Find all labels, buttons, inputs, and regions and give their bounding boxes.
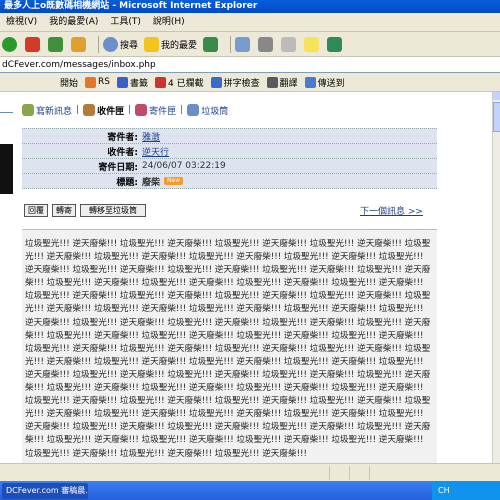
tab-separator: | <box>76 105 80 115</box>
stop-button[interactable] <box>25 36 42 52</box>
link-blocked[interactable]: 4 已攔截 <box>155 76 204 89</box>
menu-bar: 檢視(V) 我的最愛(A) 工具(T) 說明(H) <box>0 13 500 32</box>
subject-value: 廢柴 New <box>142 175 184 188</box>
tab-separator: | <box>128 105 132 115</box>
recipient-row: 收件者: 逆天行 <box>22 144 437 159</box>
left-banner <box>0 144 13 194</box>
sender-row: 寄件者: 雅澂 <box>22 129 437 144</box>
link-bookmarks[interactable]: 書籤 <box>116 76 148 89</box>
mail-icon <box>235 36 251 52</box>
page-content: 寫新訊息 | 收件匣 | 寄件匣 | 垃圾筒 寄件者: 雅澂 收件者: 逆天行 … <box>14 92 492 463</box>
toolbar: 搜尋 我的最愛 <box>0 32 500 57</box>
forward-button[interactable] <box>2 36 19 52</box>
star-icon <box>144 36 160 52</box>
home-icon <box>71 36 86 52</box>
forward-message-button[interactable]: 轉寄 <box>52 203 76 217</box>
popup-blocker-icon <box>155 76 166 88</box>
search-button[interactable]: 搜尋 <box>103 36 139 52</box>
tab-inbox[interactable]: 收件匣 <box>83 104 124 117</box>
link-translate[interactable]: 翻譯 <box>266 76 298 89</box>
scroll-up-icon[interactable] <box>493 92 500 100</box>
spellcheck-icon <box>210 76 222 88</box>
edit-icon <box>281 36 297 52</box>
menu-favorites[interactable]: 我的最愛(A) <box>43 13 104 32</box>
language-indicator[interactable]: CH <box>438 486 450 495</box>
mail-button[interactable] <box>235 36 252 52</box>
menu-help[interactable]: 說明(H) <box>147 13 191 32</box>
search-icon <box>103 36 118 52</box>
translate-icon <box>266 76 278 88</box>
trash-icon <box>187 104 200 116</box>
menu-tools[interactable]: 工具(T) <box>104 13 147 32</box>
send-icon <box>304 76 316 88</box>
home-button[interactable] <box>71 36 88 52</box>
tab-compose[interactable]: 寫新訊息 <box>22 104 72 117</box>
favorites-button[interactable]: 我的最愛 <box>144 36 198 52</box>
toolbar-divider <box>230 35 232 53</box>
messenger-button[interactable] <box>327 36 344 52</box>
date-value: 24/06/07 03:22:19 <box>142 161 226 171</box>
window-title: 最多人上o既數碼相機網站 - Microsoft Internet Explor… <box>0 0 500 13</box>
date-label: 寄件日期: <box>98 162 138 173</box>
status-cell <box>350 465 370 480</box>
print-button[interactable] <box>258 36 275 52</box>
sender-label: 寄件者: <box>107 132 138 143</box>
mailbox-tabs: 寫新訊息 | 收件匣 | 寄件匣 | 垃圾筒 <box>22 102 437 118</box>
vertical-scrollbar[interactable] <box>492 92 500 463</box>
refresh-icon <box>48 36 63 52</box>
left-divider <box>0 112 13 113</box>
history-icon <box>203 36 219 52</box>
move-to-trash-button[interactable]: 轉移至垃圾筒 <box>80 203 146 217</box>
message-body-text: 垃圾聖光!!! 逆天廢柴!!! 垃圾聖光!!! 逆天廢柴!!! 垃圾聖光!!! … <box>25 239 431 459</box>
subject-label: 標題: <box>116 177 138 188</box>
messenger-icon <box>327 36 343 52</box>
link-spellcheck[interactable]: 拼字檢查 <box>210 76 260 89</box>
inbox-icon <box>83 104 96 116</box>
edit-button[interactable] <box>281 36 298 52</box>
message-header: 寄件者: 雅澂 收件者: 逆天行 寄件日期: 24/06/07 03:22:19… <box>22 128 437 189</box>
system-tray: CH <box>432 481 500 500</box>
link-rs[interactable]: RS <box>85 76 110 88</box>
next-message-link[interactable]: 下一個訊息 >> <box>360 204 423 217</box>
recipient-link[interactable]: 逆天行 <box>142 145 169 158</box>
taskbar: DCFever.com 審稿晨... CH <box>0 481 500 500</box>
stop-icon <box>25 36 40 52</box>
favorites-label: 我的最愛 <box>161 40 198 51</box>
forward-icon <box>2 36 17 52</box>
link-send-to[interactable]: 傳送到 <box>304 76 345 89</box>
toolbar-divider <box>98 35 99 53</box>
refresh-button[interactable] <box>48 36 65 52</box>
sent-icon <box>135 104 148 116</box>
rss-icon <box>85 76 97 88</box>
status-cell <box>330 465 350 480</box>
status-cell <box>0 465 330 480</box>
sender-link[interactable]: 雅澂 <box>142 130 160 143</box>
tab-separator: | <box>180 105 184 115</box>
sticky-note-icon <box>304 36 320 52</box>
reply-button[interactable]: 回覆 <box>24 203 48 217</box>
new-badge: New <box>164 177 184 185</box>
scroll-thumb[interactable] <box>493 102 500 132</box>
menu-view[interactable]: 檢視(V) <box>0 13 43 32</box>
tab-trash[interactable]: 垃圾筒 <box>187 104 228 117</box>
address-bar[interactable]: dCFever.com/messages/inbox.php <box>0 58 500 73</box>
recipient-label: 收件者: <box>107 147 138 158</box>
status-bar <box>0 463 500 481</box>
link-start[interactable]: 開始 <box>60 76 78 89</box>
compose-icon <box>22 104 34 116</box>
message-body: 垃圾聖光!!! 逆天廢柴!!! 垃圾聖光!!! 逆天廢柴!!! 垃圾聖光!!! … <box>22 229 437 463</box>
history-button[interactable] <box>203 36 220 52</box>
links-bar: 開始 RS 書籤 4 已攔截 拼字檢查 翻譯 傳送到 <box>0 73 500 92</box>
left-panel <box>0 92 13 462</box>
message-actions: 回覆 轉寄 轉移至垃圾筒 <box>24 203 150 217</box>
search-label: 搜尋 <box>120 40 139 51</box>
date-row: 寄件日期: 24/06/07 03:22:19 <box>22 159 437 174</box>
notes-button[interactable] <box>304 36 321 52</box>
star-icon <box>116 76 128 88</box>
taskbar-item-browser[interactable]: DCFever.com 審稿晨... <box>2 482 88 499</box>
subject-row: 標題: 廢柴 New <box>22 174 437 189</box>
tab-sent[interactable]: 寄件匣 <box>135 104 176 117</box>
print-icon <box>258 36 274 52</box>
